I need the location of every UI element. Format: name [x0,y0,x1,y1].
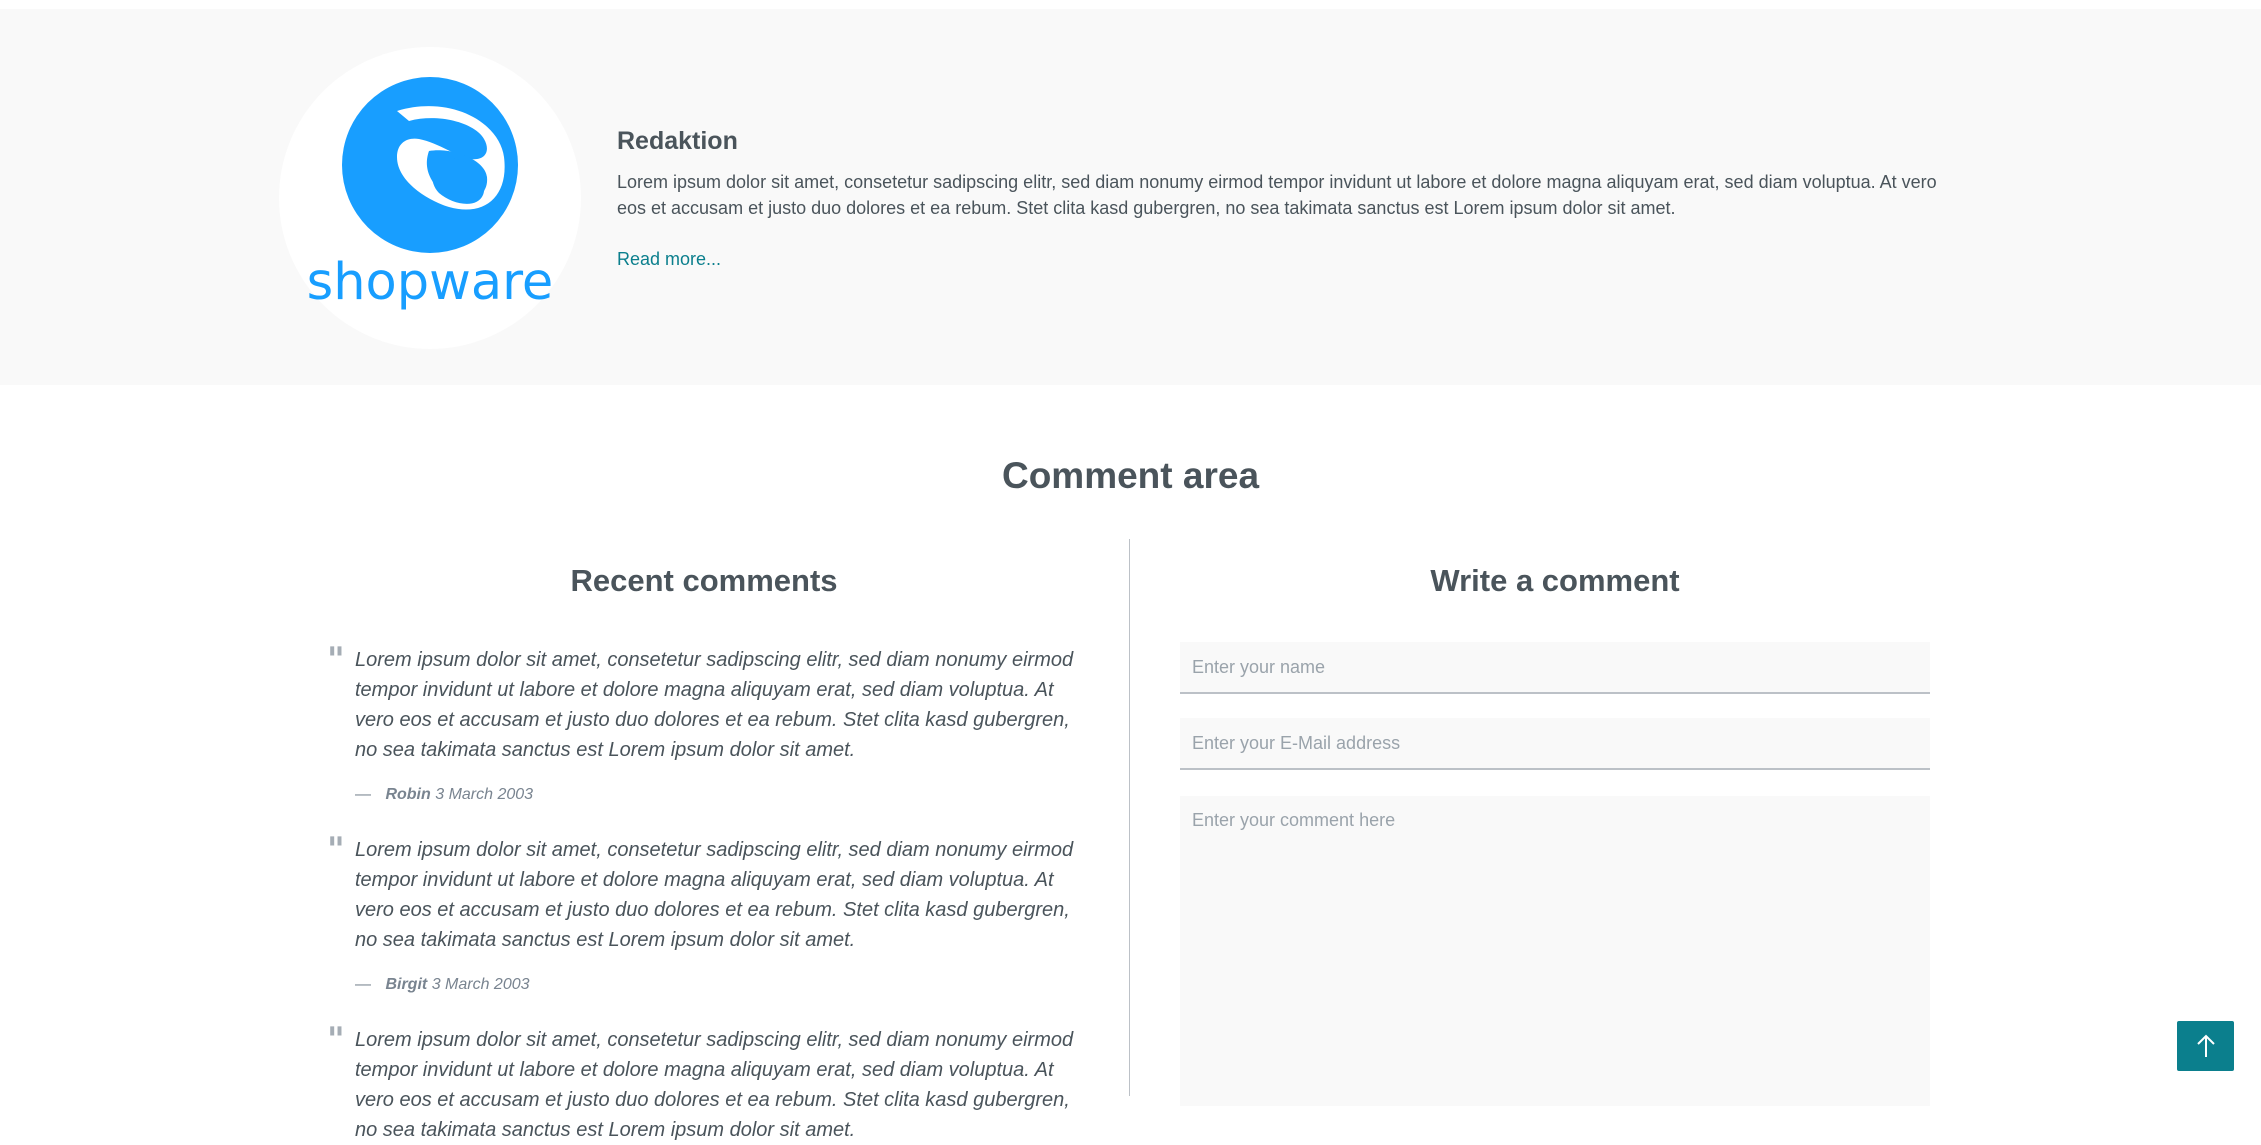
comment-dash: — [355,976,371,993]
column-divider [1129,539,1130,1096]
comment-textarea[interactable] [1180,796,1930,1106]
top-strip [0,0,2261,9]
logo-wordmark: shopware [307,253,554,312]
comment-area-title: Comment area [1001,455,1260,496]
shopware-logo: shopware [307,77,554,312]
comment-meta: — Robin 3 March 2003 [355,786,533,804]
back-to-top-button[interactable] [2177,1021,2234,1071]
comment-date: 3 March 2003 [431,976,530,993]
comment-text: Lorem ipsum dolor sit amet, consetetur s… [355,839,1074,951]
comment-dash: — [355,786,371,803]
author-avatar: shopware [279,47,581,349]
comment-author: Birgit [385,976,428,993]
recent-comments-title: Recent comments [570,563,838,598]
quote-icon: " [327,830,345,870]
arrow-up-icon [2196,1034,2215,1057]
write-comment-title: Write a comment [1430,563,1680,598]
read-more-link[interactable]: Read more... [617,249,721,270]
comment-text: Lorem ipsum dolor sit amet, consetetur s… [355,649,1074,761]
comment-date: 3 March 2003 [435,786,534,803]
author-bio: Lorem ipsum dolor sit amet, consetetur s… [617,172,1937,218]
comment-author: Robin [385,786,431,803]
comment-meta: — Birgit 3 March 2003 [355,976,530,994]
comment-text: Lorem ipsum dolor sit amet, consetetur s… [355,1029,1074,1141]
quote-icon: " [327,1020,345,1060]
author-box: shopware Redaktion Lorem ipsum dolor sit… [0,9,2261,385]
email-input[interactable] [1180,718,1930,770]
quote-icon: " [327,640,345,680]
author-name: Redaktion [617,127,738,155]
name-input[interactable] [1180,642,1930,694]
